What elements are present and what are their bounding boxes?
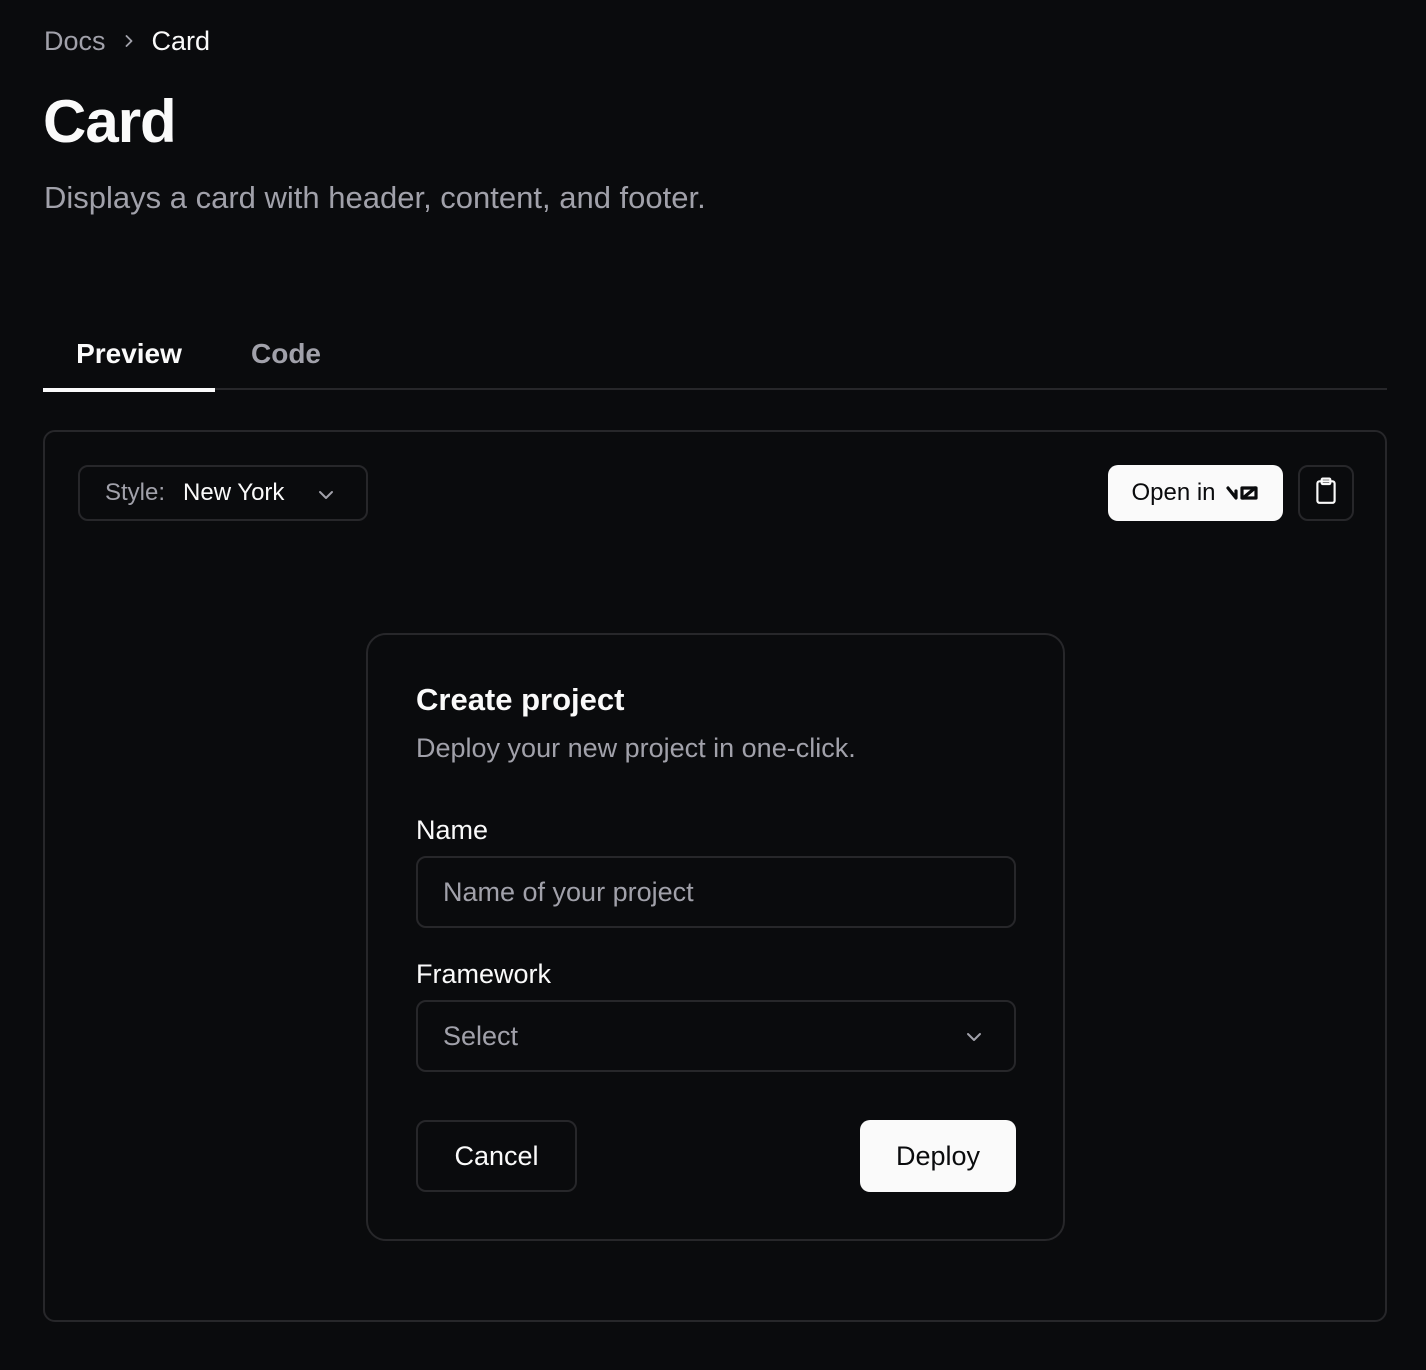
project-name-input[interactable] [416, 856, 1016, 928]
create-project-card: Create project Deploy your new project i… [366, 633, 1065, 1241]
open-in-label: Open in [1131, 479, 1216, 506]
tab-code[interactable]: Code [247, 318, 325, 390]
cancel-button[interactable]: Cancel [416, 1120, 577, 1192]
clipboard-icon [1313, 477, 1339, 510]
framework-select-value: Select [443, 1020, 519, 1051]
page-description: Displays a card with header, content, an… [44, 180, 706, 215]
breadcrumb: Docs Card [44, 22, 210, 60]
copy-button[interactable] [1298, 465, 1354, 521]
style-select[interactable]: Style: New York [78, 465, 368, 521]
preview-panel: Style: New York Open in Create project D… [43, 430, 1387, 1322]
card-title: Create project [416, 682, 625, 717]
framework-label: Framework [416, 959, 552, 989]
breadcrumb-docs-link[interactable]: Docs [44, 26, 106, 57]
page-title: Card [43, 88, 177, 155]
chevron-right-icon [106, 22, 152, 60]
chevron-down-icon [962, 1025, 986, 1049]
tab-preview[interactable]: Preview [43, 318, 215, 392]
deploy-button[interactable]: Deploy [860, 1120, 1016, 1192]
framework-select[interactable]: Select [416, 1000, 1016, 1072]
open-in-v0-button[interactable]: Open in [1108, 465, 1283, 521]
style-select-label: Style: [105, 479, 166, 506]
card-description: Deploy your new project in one-click. [416, 733, 856, 763]
chevron-down-icon [314, 483, 338, 507]
style-select-value: New York [183, 479, 285, 506]
name-label: Name [416, 815, 489, 845]
tab-list: Preview Code [43, 318, 1387, 392]
v0-logo-icon [1225, 483, 1260, 503]
breadcrumb-current: Card [151, 25, 211, 56]
